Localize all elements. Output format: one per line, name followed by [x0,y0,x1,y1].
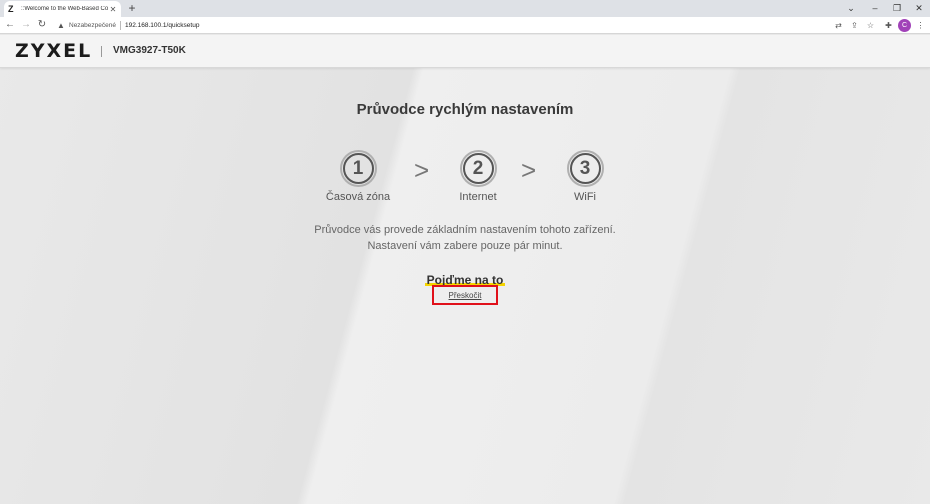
tab-title: ::Welcome to the Web-Based Co [21,6,109,12]
step-circle: 2 [459,150,497,187]
new-tab-button[interactable]: + [126,1,138,15]
profile-avatar[interactable]: C [898,19,911,32]
skip-link[interactable]: Přeskočit [449,291,482,300]
step-circle: 3 [566,150,604,187]
browser-tab[interactable]: Z ::Welcome to the Web-Based Co ✕ [4,1,121,17]
header-divider [101,46,102,57]
model-name: VMG3927-T50K [113,45,186,56]
bookmark-star-icon[interactable]: ☆ [864,19,877,32]
translate-icon[interactable]: ⇄ [832,19,845,32]
step-arrow-icon: > [521,155,537,185]
forward-button[interactable]: → [19,17,33,34]
extensions-icon[interactable]: ✚ [882,19,895,32]
browser-toolbar: ← → ↻ ▲ Nezabezpečené 192.168.100.1/quic… [0,17,930,34]
url-text[interactable]: 192.168.100.1/quicksetup [125,22,199,29]
intro-text-line2: Nastavení vám zabere pouze pár minut. [367,240,563,252]
step-label: Časová zóna [325,191,391,203]
browser-tabstrip: Z ::Welcome to the Web-Based Co ✕ + ⌄ – … [0,0,930,17]
address-bar[interactable]: ▲ Nezabezpečené 192.168.100.1/quicksetup [53,19,827,32]
intro-text-line1: Průvodce vás provede základním nastavení… [314,224,616,236]
step-circle: 1 [339,150,377,187]
step-internet: 2 Internet [438,150,518,203]
omnibox-divider [119,21,121,30]
tab-search-icon[interactable]: ⌄ [840,0,862,17]
step-number: 1 [342,153,374,184]
back-button[interactable]: ← [3,17,17,34]
step-number: 3 [569,153,601,184]
step-label: Internet [459,191,497,203]
zyxel-favicon-icon: Z [8,4,14,14]
warning-icon[interactable]: ▲ [57,21,67,30]
router-page: ZYXEL VMG3927-T50K Průvodce rychlým nast… [0,35,930,504]
restore-button[interactable]: ❐ [886,0,908,17]
step-timezone: 1 Časová zóna [318,150,398,203]
site-header: ZYXEL VMG3927-T50K [0,35,930,68]
close-window-button[interactable]: ✕ [908,0,930,17]
step-wifi: 3 WiFi [545,150,625,203]
minimize-button[interactable]: – [864,0,886,17]
skip-highlight-box: Přeskočit [432,285,498,305]
step-label: WiFi [574,191,596,203]
security-label[interactable]: Nezabezpečené [69,22,116,29]
menu-icon[interactable]: ⋮ [914,19,927,32]
zyxel-logo: ZYXEL [15,40,93,62]
share-icon[interactable]: ⇪ [848,19,861,32]
reload-button[interactable]: ↻ [35,17,49,34]
step-number: 2 [462,153,494,184]
step-arrow-icon: > [414,155,430,185]
close-tab-icon[interactable]: ✕ [109,5,117,14]
wizard-title: Průvodce rychlým nastavením [356,101,574,118]
